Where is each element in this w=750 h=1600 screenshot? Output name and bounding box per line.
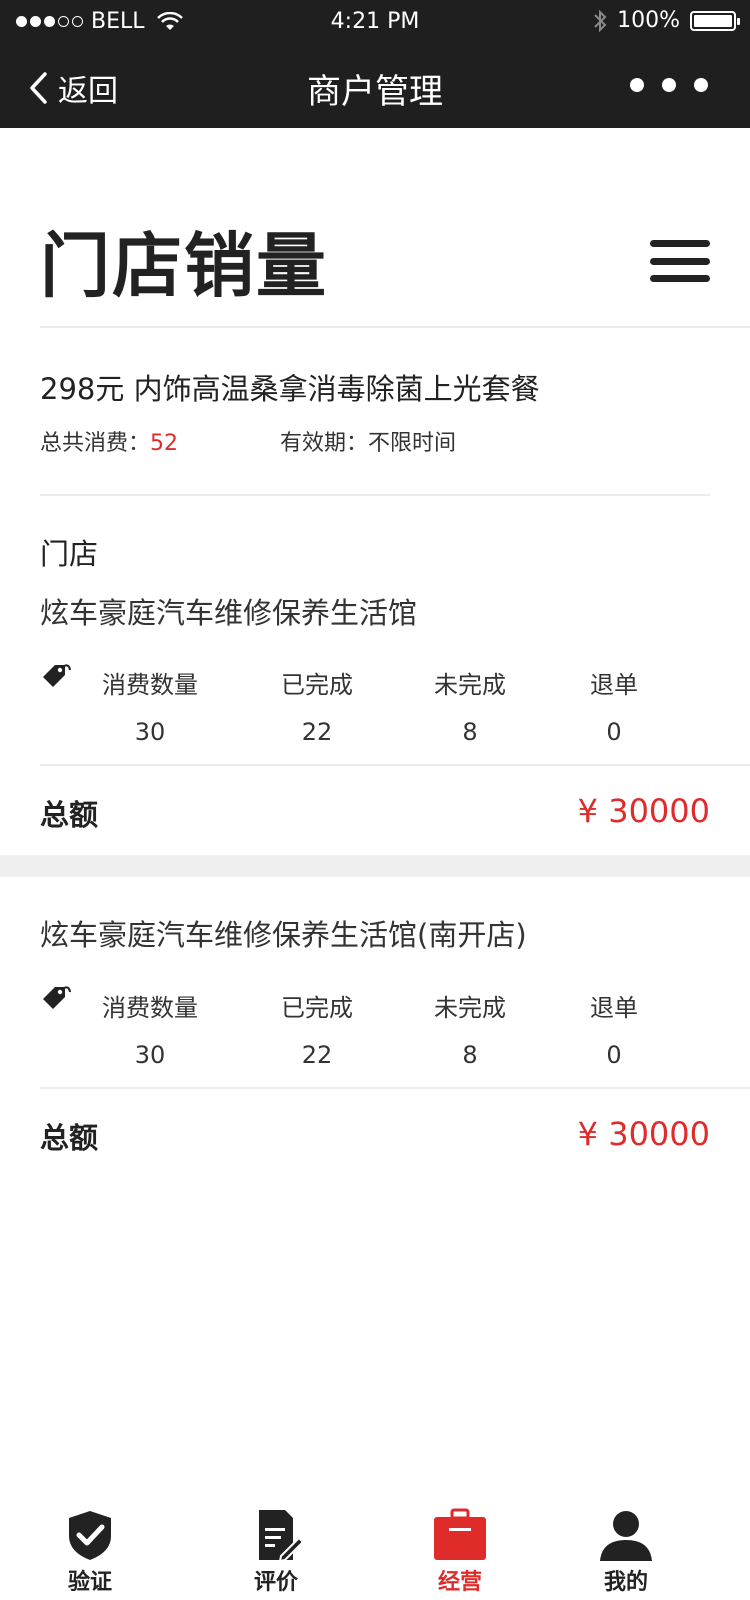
divider: [40, 1087, 750, 1089]
stores-section-label: 门店: [40, 537, 99, 571]
stat-value: 8: [462, 1041, 478, 1069]
status-bar: BELL 4:21 PM 100%: [0, 0, 750, 44]
tab-verify[interactable]: 验证: [30, 1500, 150, 1596]
more-button[interactable]: [630, 78, 708, 92]
edit-document-icon: [259, 1510, 305, 1562]
stat-refunded: 退单 0: [554, 665, 674, 746]
stat-label: 消费数量: [102, 994, 198, 1022]
stat-completed: 已完成 22: [257, 988, 377, 1069]
stat-label: 消费数量: [102, 671, 198, 699]
stat-completed: 已完成 22: [257, 665, 377, 746]
stat-refunded: 退单 0: [554, 988, 674, 1069]
stat-value: 30: [134, 1041, 166, 1069]
stat-value: 22: [301, 1041, 333, 1069]
page-heading: 门店销量: [40, 225, 328, 307]
tab-review[interactable]: 评价: [216, 1500, 336, 1596]
stat-value: 0: [606, 1041, 622, 1069]
tab-label: 经营: [437, 1570, 482, 1595]
nav-bar: 返回 商户管理: [0, 44, 750, 128]
stat-consumed: 消费数量 30: [90, 665, 210, 746]
package-total: 总共消费：52: [40, 425, 178, 457]
stat-label: 未完成: [434, 671, 506, 699]
store-name: 炫车豪庭汽车维修保养生活馆: [40, 596, 418, 630]
stat-label: 已完成: [281, 994, 353, 1022]
total-label: 总额: [40, 798, 99, 832]
stat-label: 退单: [590, 994, 638, 1022]
stat-value: 22: [301, 718, 333, 746]
tab-bar: 验证 评价 经营 我的: [0, 1500, 750, 1600]
total-value: ¥ 30000: [577, 792, 710, 830]
stat-label: 未完成: [434, 994, 506, 1022]
stat-value: 8: [462, 718, 478, 746]
stat-label: 已完成: [281, 671, 353, 699]
tab-mine[interactable]: 我的: [566, 1500, 686, 1596]
package-total-value: 52: [150, 431, 179, 456]
section-gap: [0, 855, 750, 877]
stat-label: 退单: [590, 671, 638, 699]
battery-icon: [690, 10, 740, 31]
bluetooth-icon: [594, 9, 607, 32]
briefcase-icon: [434, 1508, 486, 1560]
dot-icon: [630, 78, 644, 92]
shield-check-icon: [69, 1511, 111, 1560]
status-right: 100%: [593, 8, 740, 33]
price-tag-icon: [43, 664, 71, 687]
store-name: 炫车豪庭汽车维修保养生活馆(南开店): [40, 918, 527, 952]
stat-incomplete: 未完成 8: [410, 665, 530, 746]
tab-business[interactable]: 经营: [400, 1500, 520, 1596]
divider: [40, 764, 750, 766]
dot-icon: [662, 78, 676, 92]
stat-value: 0: [606, 718, 622, 746]
user-icon: [600, 1511, 652, 1561]
top-bar: BELL 4:21 PM 100% 返回 商户管理: [0, 0, 750, 128]
divider: [40, 326, 750, 328]
package-validity: 有效期：不限时间: [280, 431, 457, 456]
tab-label: 验证: [67, 1570, 112, 1595]
package-name: 298元 内饰高温桑拿消毒除菌上光套餐: [40, 372, 540, 406]
divider: [40, 494, 710, 496]
hamburger-menu-icon[interactable]: [650, 240, 710, 282]
total-value: ¥ 30000: [577, 1115, 710, 1153]
stat-value: 30: [134, 718, 166, 746]
battery-percent: 100%: [617, 8, 680, 33]
dot-icon: [694, 78, 708, 92]
stat-incomplete: 未完成 8: [410, 988, 530, 1069]
total-label: 总额: [40, 1121, 99, 1155]
tab-label: 我的: [603, 1570, 648, 1595]
stat-consumed: 消费数量 30: [90, 988, 210, 1069]
price-tag-icon: [43, 986, 71, 1009]
package-total-label: 总共消费：: [40, 431, 151, 456]
tab-label: 评价: [253, 1570, 298, 1595]
